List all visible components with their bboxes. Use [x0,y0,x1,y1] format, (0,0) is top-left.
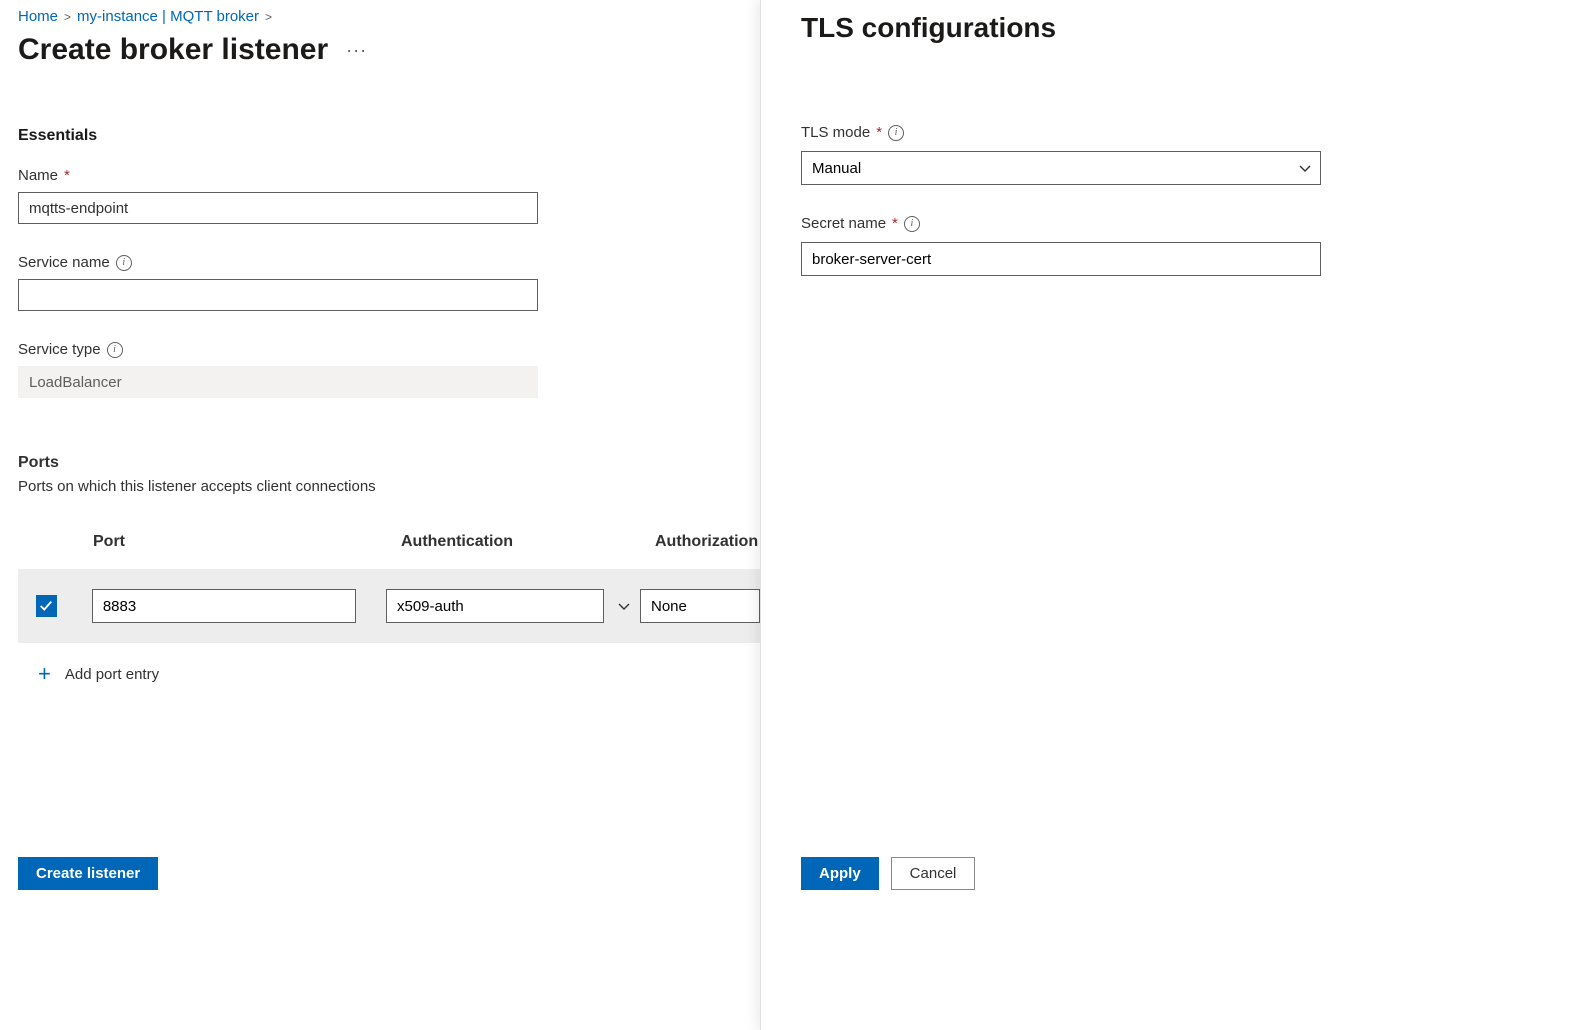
add-port-entry[interactable]: + Add port entry [38,663,760,685]
column-header-authentication: Authentication [401,533,655,551]
ports-header-row: Port Authentication Authorization [18,533,760,551]
check-icon [39,599,53,613]
ports-section: Ports Ports on which this listener accep… [18,454,760,685]
more-icon[interactable]: ··· [346,40,367,61]
panel-footer: Apply Cancel [801,857,975,890]
chevron-down-icon [618,598,630,614]
table-row [18,569,760,643]
info-icon[interactable]: i [904,216,920,232]
page-title: Create broker listener [18,33,328,67]
authentication-select[interactable] [386,589,604,623]
create-listener-button[interactable]: Create listener [18,857,158,890]
column-header-authorization: Authorization [655,533,760,551]
panel-title: TLS configurations [801,12,1544,44]
service-type-field: Service type i [18,341,760,398]
info-icon[interactable]: i [107,342,123,358]
port-input[interactable] [92,589,356,623]
tls-side-panel: TLS configurations TLS mode * i Secret n… [760,0,1584,1030]
breadcrumb-instance[interactable]: my-instance | MQTT broker [77,8,259,25]
tls-mode-field: TLS mode * i [801,124,1544,185]
plus-icon: + [38,663,51,685]
service-type-label-text: Service type [18,341,101,358]
ports-heading: Ports [18,454,760,472]
name-field: Name * [18,167,760,224]
main-footer: Create listener [18,857,158,890]
tls-mode-label: TLS mode * i [801,124,1544,141]
secret-name-field: Secret name * i [801,215,1544,276]
secret-name-input[interactable] [801,242,1321,276]
row-checkbox[interactable] [36,595,57,617]
breadcrumb-home[interactable]: Home [18,8,58,25]
info-icon[interactable]: i [116,255,132,271]
column-header-port: Port [93,533,401,551]
required-asterisk: * [64,167,70,184]
cancel-button[interactable]: Cancel [891,857,976,890]
service-type-input [18,366,538,398]
authorization-select-wrap [640,589,760,623]
service-name-field: Service name i [18,254,760,311]
apply-button[interactable]: Apply [801,857,879,890]
tls-mode-select-wrap [801,151,1321,185]
chevron-right-icon: > [64,10,71,24]
service-type-label: Service type i [18,341,760,358]
required-asterisk: * [892,215,898,232]
essentials-section: Essentials Name * Service name i Service… [18,127,760,398]
required-asterisk: * [876,124,882,141]
name-label: Name * [18,167,760,184]
ports-description: Ports on which this listener accepts cli… [18,478,760,495]
chevron-right-icon: > [265,10,272,24]
secret-name-label-text: Secret name [801,215,886,232]
main-panel: Home > my-instance | MQTT broker > Creat… [0,0,760,1030]
service-name-label-text: Service name [18,254,110,271]
name-label-text: Name [18,167,58,184]
breadcrumb: Home > my-instance | MQTT broker > [18,8,760,25]
name-input[interactable] [18,192,538,224]
add-port-label: Add port entry [65,666,159,683]
essentials-heading: Essentials [18,127,760,145]
authorization-select[interactable] [640,589,760,623]
tls-mode-label-text: TLS mode [801,124,870,141]
info-icon[interactable]: i [888,125,904,141]
secret-name-label: Secret name * i [801,215,1544,232]
page-title-row: Create broker listener ··· [18,33,760,67]
authentication-select-wrap [386,589,640,623]
service-name-label: Service name i [18,254,760,271]
service-name-input[interactable] [18,279,538,311]
tls-mode-select[interactable] [801,151,1321,185]
